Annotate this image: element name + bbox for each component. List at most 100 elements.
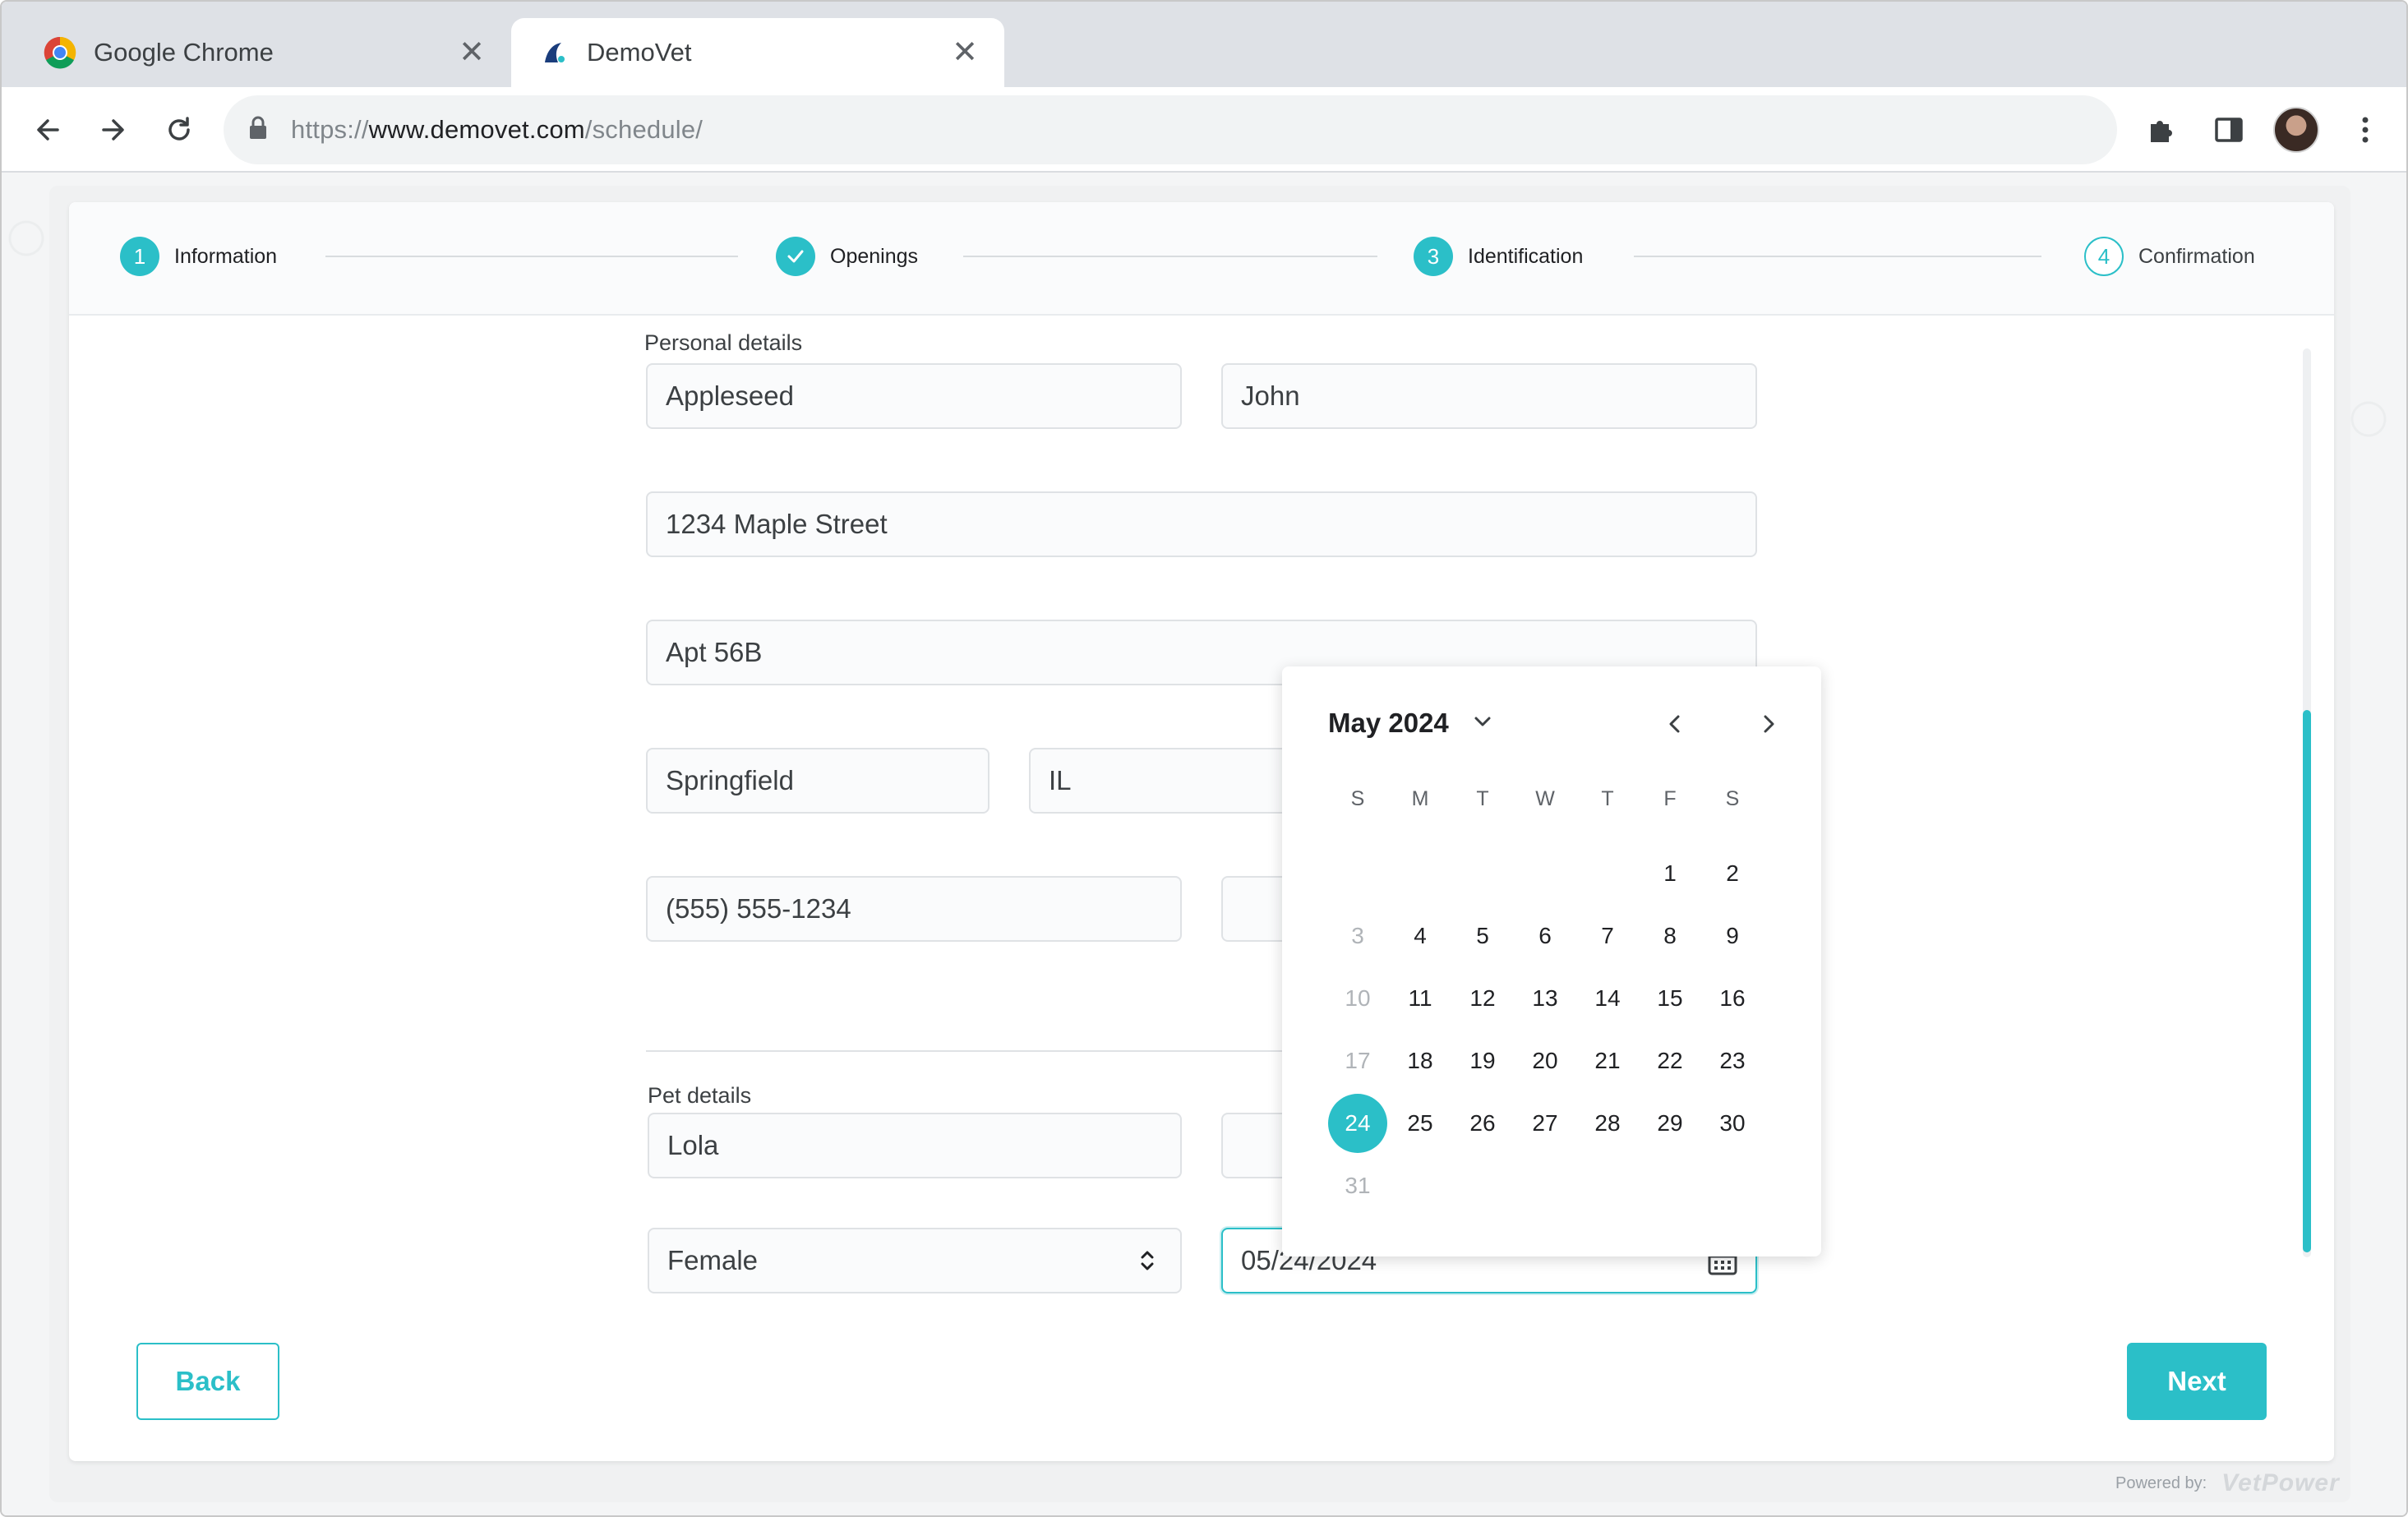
step-identification[interactable]: 3 Identification — [1414, 237, 1583, 276]
calendar-day[interactable]: 12 — [1453, 969, 1512, 1028]
last-name-field[interactable]: Appleseed — [646, 363, 1182, 429]
address-bar[interactable]: https://www.demovet.com/schedule/ — [224, 95, 2117, 164]
reload-icon[interactable] — [158, 108, 201, 151]
previous-month-button[interactable] — [1658, 708, 1691, 740]
chevron-right-icon — [1764, 715, 1774, 733]
scrollbar-thumb[interactable] — [2303, 710, 2311, 1252]
calendar-week-row: 31 — [1328, 1155, 1765, 1217]
calendar-day[interactable]: 6 — [1515, 906, 1575, 966]
calendar-empty-cell — [1578, 844, 1637, 903]
calendar-grid: S M T W T F S 1 2 3 4 5 6 7 8 9 10 11 12 13 14 15 16 17 18 19 20 21… — [1328, 772, 1765, 1217]
calendar-day: 3 — [1351, 923, 1364, 948]
calendar-day[interactable]: 25 — [1391, 1094, 1450, 1153]
calendar-empty-cell — [1515, 844, 1575, 903]
step-number: 3 — [1414, 237, 1453, 276]
calendar-day[interactable]: 1 — [1640, 844, 1700, 903]
month-year-selector[interactable]: May 2024 — [1328, 708, 1493, 739]
calendar-week-row: 12 — [1328, 842, 1765, 905]
calendar-day[interactable]: 7 — [1578, 906, 1637, 966]
side-panel-icon[interactable] — [2209, 110, 2249, 150]
profile-avatar[interactable] — [2273, 107, 2319, 153]
calendar-empty-cell — [1328, 844, 1387, 903]
schedule-card: 1 Information Openings 3 Identification — [69, 202, 2334, 1461]
calendar-day[interactable]: 28 — [1578, 1094, 1637, 1153]
calendar-day[interactable]: 13 — [1515, 969, 1575, 1028]
calendar-week-row: 3 456789 — [1328, 905, 1765, 967]
calendar-day[interactable]: 9 — [1703, 906, 1762, 966]
calendar-day[interactable]: 4 — [1391, 906, 1450, 966]
page-viewport: 1 Information Openings 3 Identification — [2, 173, 2406, 1515]
weekday-label: T — [1476, 786, 1489, 810]
browser-toolbar: https://www.demovet.com/schedule/ — [2, 87, 2406, 173]
pet-details-heading: Pet details — [648, 1083, 752, 1108]
back-button[interactable]: Back — [136, 1343, 279, 1420]
date-picker-popover: May 2024 S M T W T F S 1 2 3 4 5 6 7 8 9 10 11 12 13 14 15 16 1… — [1282, 666, 1821, 1256]
calendar-day[interactable]: 5 — [1453, 906, 1512, 966]
tab-demovet[interactable]: DemoVet ✕ — [511, 18, 1004, 87]
weekday-label: M — [1411, 786, 1429, 810]
calendar-empty-cell — [1391, 1156, 1450, 1215]
step-label: Identification — [1468, 244, 1584, 268]
extensions-puzzle-icon[interactable] — [2142, 110, 2181, 150]
calendar-day-selected[interactable]: 24 — [1328, 1094, 1387, 1153]
next-month-button[interactable] — [1752, 708, 1785, 740]
select-updown-icon — [1131, 1244, 1164, 1277]
calendar-week-row: 10 11 12 13 14 15 16 — [1328, 967, 1765, 1030]
calendar-day: 17 — [1345, 1048, 1371, 1073]
scrollbar[interactable] — [2303, 348, 2311, 1257]
tab-title: Google Chrome — [94, 38, 274, 67]
step-information[interactable]: 1 Information — [120, 237, 277, 276]
weekday-label: W — [1535, 786, 1555, 810]
close-tab-icon[interactable]: ✕ — [459, 36, 485, 69]
tab-google-chrome[interactable]: Google Chrome ✕ — [18, 18, 511, 87]
calendar-empty-cell — [1515, 1156, 1575, 1215]
calendar-day[interactable]: 30 — [1703, 1094, 1762, 1153]
calendar-empty-cell — [1391, 844, 1450, 903]
step-openings[interactable]: Openings — [776, 237, 918, 276]
calendar-day: 31 — [1345, 1173, 1371, 1198]
vetpower-logo[interactable]: VetPower — [2221, 1469, 2340, 1497]
calendar-empty-cell — [1640, 1156, 1700, 1215]
chevron-left-icon — [1669, 715, 1680, 733]
address-line1-field[interactable]: 1234 Maple Street — [646, 491, 1757, 557]
calendar-day[interactable]: 26 — [1453, 1094, 1512, 1153]
calendar-day[interactable]: 8 — [1640, 906, 1700, 966]
calendar-day[interactable]: 19 — [1453, 1031, 1512, 1090]
more-menu-icon[interactable] — [2346, 110, 2385, 150]
back-arrow-icon[interactable] — [26, 108, 69, 151]
calendar-day[interactable]: 23 — [1703, 1031, 1762, 1090]
step-label: Information — [174, 244, 278, 268]
check-icon — [776, 237, 815, 276]
weekday-header-row: SMTWTFS — [1328, 772, 1765, 826]
url-text: https://www.demovet.com/schedule/ — [291, 115, 703, 144]
weekday-label: S — [1725, 786, 1740, 810]
calendar-day[interactable]: 20 — [1515, 1031, 1575, 1090]
first-name-field[interactable]: John — [1221, 363, 1757, 429]
calendar-day[interactable]: 2 — [1703, 844, 1762, 903]
calendar-day[interactable]: 22 — [1640, 1031, 1700, 1090]
calendar-empty-cell — [1453, 1156, 1512, 1215]
lock-icon[interactable] — [248, 116, 268, 145]
calendar-day[interactable]: 15 — [1640, 969, 1700, 1028]
calendar-day[interactable]: 14 — [1578, 969, 1637, 1028]
powered-by-label: Powered by: — [2115, 1473, 2207, 1492]
calendar-day[interactable]: 11 — [1391, 969, 1450, 1028]
step-confirmation[interactable]: 4 Confirmation — [2084, 237, 2255, 276]
pet-name-field[interactable]: Lola — [648, 1113, 1182, 1178]
calendar-day[interactable]: 16 — [1703, 969, 1762, 1028]
forward-arrow-icon[interactable] — [92, 108, 135, 151]
next-button[interactable]: Next — [2127, 1343, 2267, 1420]
weekday-label: S — [1350, 786, 1365, 810]
browser-window: Google Chrome ✕ DemoVet ✕ https://www.de… — [0, 0, 2408, 1517]
phone-field[interactable]: (555) 555-1234 — [646, 876, 1182, 942]
city-field[interactable]: Springfield — [646, 748, 989, 814]
calendar-day[interactable]: 27 — [1515, 1094, 1575, 1153]
progress-stepper: 1 Information Openings 3 Identification — [69, 202, 2334, 316]
close-tab-icon[interactable]: ✕ — [952, 36, 978, 69]
pet-sex-select[interactable]: Female — [648, 1228, 1182, 1293]
calendar-day[interactable]: 18 — [1391, 1031, 1450, 1090]
step-label: Openings — [830, 244, 919, 268]
calendar-day[interactable]: 29 — [1640, 1094, 1700, 1153]
calendar-day[interactable]: 21 — [1578, 1031, 1637, 1090]
step-number: 1 — [120, 237, 159, 276]
